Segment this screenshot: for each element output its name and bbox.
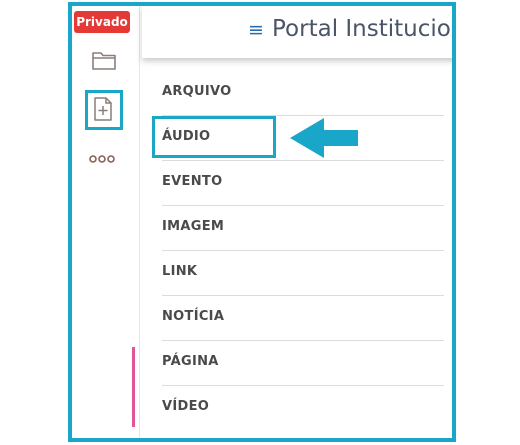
menu-item-link[interactable]: LINK (162, 251, 444, 296)
audio-item-highlight (152, 116, 276, 158)
menu-item-imagem[interactable]: IMAGEM (162, 206, 444, 251)
hamburger-menu-icon[interactable]: ≡ (248, 18, 264, 42)
new-document-highlight (85, 90, 123, 130)
menu-item-evento[interactable]: EVENTO (162, 161, 444, 206)
more-icon[interactable] (89, 154, 115, 164)
privado-badge: Privado (74, 11, 130, 33)
header: ≡ Portal Institucional (142, 6, 452, 58)
folder-icon[interactable] (91, 49, 117, 71)
menu-item-arquivo[interactable]: ARQUIVO (162, 71, 444, 116)
menu-item-noticia[interactable]: NOTÍCIA (162, 296, 444, 341)
accent-bar (132, 347, 135, 427)
sidebar-divider (139, 6, 140, 438)
page-title: Portal Institucional (272, 16, 452, 42)
pointer-arrow-icon (290, 118, 358, 158)
menu-item-video[interactable]: VÍDEO (162, 386, 444, 431)
sidebar: Privado (72, 6, 136, 438)
menu-item-pagina[interactable]: PÁGINA (162, 341, 444, 386)
app-window: Privado ≡ Portal Institucional ARQUIVO Á… (68, 2, 456, 442)
